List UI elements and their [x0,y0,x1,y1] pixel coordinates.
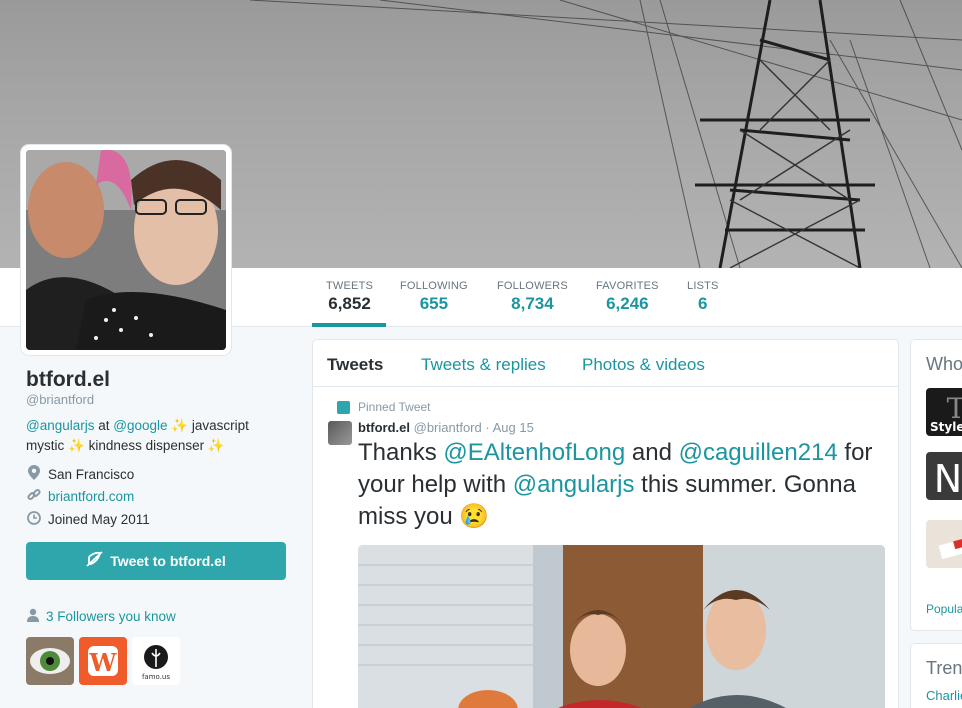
calendar-clock-icon [26,511,42,528]
tweet-date[interactable]: · Aug 15 [485,420,533,435]
tab-tweets[interactable]: Tweets [327,355,383,375]
followers-you-know-text: 3 Followers you know [46,609,176,624]
compose-feather-icon [86,550,104,572]
tweet-author-avatar[interactable] [328,421,352,445]
timeline-panel: Tweets Tweets & replies Photos & videos … [312,339,899,708]
trends-panel: Trends Charlie [910,643,962,708]
stat-value: 6 [698,294,708,313]
stat-label: TWEETS [326,280,374,292]
who-to-follow-panel: Who to follow StyleT N Popular accounts [910,339,962,631]
stat-label: LISTS [687,280,719,292]
sparkle-icon: ✨ [207,438,225,453]
stat-followers[interactable]: FOLLOWERS 8,734 [497,280,568,314]
tweet-to-button[interactable]: Tweet to btford.el [26,542,286,580]
bio-mention-angularjs[interactable]: @angularjs [26,418,95,433]
tweet-photo[interactable] [358,545,885,708]
person-icon [26,608,40,625]
location-text: San Francisco [48,466,135,482]
follower-avatar-w[interactable]: W [79,637,127,685]
active-stat-indicator [312,323,386,327]
stat-value: 6,852 [328,294,371,313]
profile-avatar[interactable] [21,145,231,355]
svg-text:W: W [89,648,118,677]
website-link[interactable]: briantford.com [48,489,134,504]
sparkle-icon: ✨ [171,418,189,433]
bio-text: at [94,418,114,433]
stat-value: 8,734 [511,294,554,313]
link-icon [26,488,42,505]
tweet-text: Thanks @EAltenhofLong and @caguillen214 … [358,437,878,533]
svg-text:famo.us: famo.us [142,673,170,681]
tweet-to-label: Tweet to btford.el [110,553,226,569]
suggestion-avatar-photo[interactable] [926,520,962,568]
followers-you-know-link[interactable]: 3 Followers you know [26,608,176,625]
tweet-author-handle[interactable]: @briantford [414,420,482,435]
pin-icon [337,400,350,414]
stat-lists[interactable]: LISTS 6 [687,280,719,314]
stat-value: 6,246 [606,294,649,313]
stat-following[interactable]: FOLLOWING 655 [400,280,468,314]
profile-location: San Francisco [26,465,134,483]
stat-label: FAVORITES [596,280,659,292]
sparkle-icon: ✨ [68,438,85,453]
follower-avatar-famous[interactable]: famo.us [132,637,180,685]
pinned-text: Pinned Tweet [358,400,431,414]
profile-name[interactable]: btford.el [26,368,110,392]
profile-bio: @angularjs at @google ✨ javascript mysti… [26,416,276,456]
bio-text: kindness dispenser [84,438,208,453]
mention-angularjs[interactable]: @angularjs [513,471,635,498]
stat-label: FOLLOWING [400,280,468,292]
mention-caguillen214[interactable]: @caguillen214 [679,439,838,466]
tweet-author-name[interactable]: btford.el [358,420,410,435]
profile-joined: Joined May 2011 [26,511,150,528]
trend-item[interactable]: Charlie [926,688,962,703]
stat-favorites[interactable]: FAVORITES 6,246 [596,280,659,314]
tweet-header: btford.el @briantford · Aug 15 [358,420,534,435]
avatar-photo [26,150,226,350]
stat-label: FOLLOWERS [497,280,568,292]
location-pin-icon [26,465,42,483]
timeline-tabs: Tweets Tweets & replies Photos & videos [313,340,898,387]
stat-tweets[interactable]: TWEETS 6,852 [326,280,373,314]
suggestion-avatar-style[interactable]: StyleT [926,388,962,436]
stat-value: 655 [419,294,449,313]
popular-accounts-link[interactable]: Popular accounts [926,602,962,616]
bio-mention-google[interactable]: @google [113,418,167,433]
tab-photos-videos[interactable]: Photos & videos [582,355,705,375]
joined-text: Joined May 2011 [48,512,150,527]
who-to-follow-title: Who to follow [926,354,962,374]
crying-emoji-icon: 😢 [459,503,490,530]
pinned-tweet-label: Pinned Tweet [337,400,431,414]
tweet-text-part: Thanks [358,439,444,466]
suggestion-avatar-n[interactable]: N [926,452,962,500]
follower-avatar-eye[interactable] [26,637,74,685]
trends-title: Trends [926,658,962,678]
tab-tweets-replies[interactable]: Tweets & replies [421,355,546,375]
tweet-text-part: and [625,439,679,466]
n-caption: N [934,457,962,500]
profile-handle[interactable]: @briantford [26,392,94,407]
mention-ealtenhoflong[interactable]: @EAltenhofLong [443,439,625,466]
profile-website: briantford.com [26,488,134,505]
svg-text:T: T [947,392,962,425]
